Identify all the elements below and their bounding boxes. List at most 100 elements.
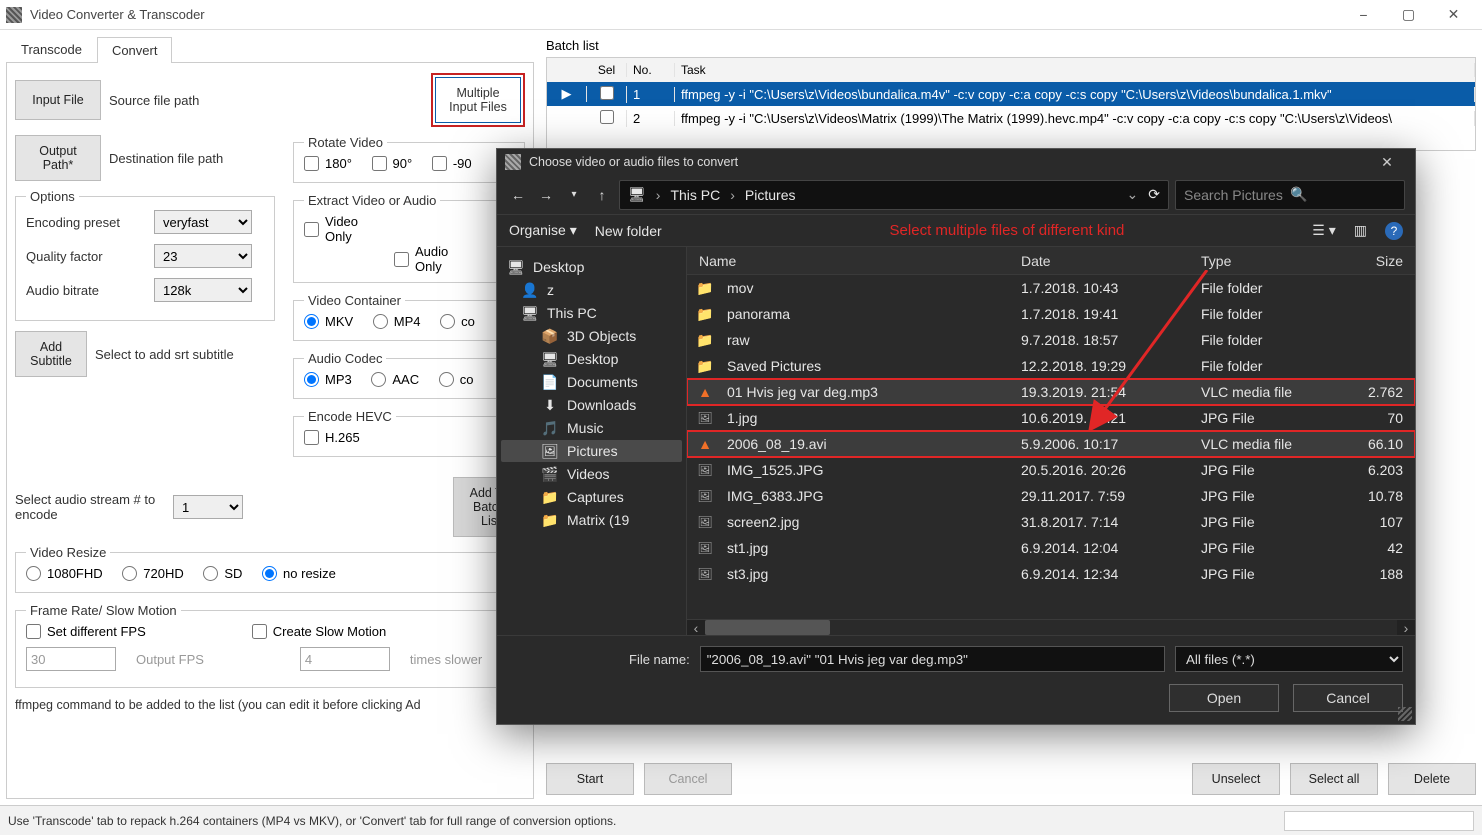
start-button[interactable]: Start bbox=[546, 763, 634, 795]
batch-head-no[interactable]: No. bbox=[627, 63, 675, 77]
tree-item[interactable]: 👤z bbox=[501, 279, 682, 301]
cancel-dialog-button[interactable]: Cancel bbox=[1293, 684, 1403, 712]
nav-up-icon[interactable]: ↑ bbox=[591, 184, 613, 206]
audio-only-check[interactable]: Audio Only bbox=[394, 244, 448, 274]
add-subtitle-button[interactable]: Add Subtitle bbox=[15, 331, 87, 377]
container-mp4-radio[interactable]: MP4 bbox=[373, 314, 421, 329]
view-mode-icon[interactable]: ☰ ▾ bbox=[1312, 222, 1335, 239]
file-name-input[interactable] bbox=[700, 646, 1165, 672]
refresh-icon[interactable]: ⟳ bbox=[1148, 186, 1160, 203]
scroll-right-icon[interactable]: › bbox=[1397, 620, 1415, 635]
resize-none-radio[interactable]: no resize bbox=[262, 566, 336, 581]
crumb-thispc[interactable]: This PC bbox=[670, 187, 720, 203]
search-input[interactable]: Search Pictures 🔍 bbox=[1175, 180, 1405, 210]
batch-row-checkbox[interactable] bbox=[600, 110, 614, 124]
resize-grip-icon[interactable] bbox=[1398, 707, 1412, 721]
rotate-180-check[interactable]: 180° bbox=[304, 156, 352, 171]
rotate-90n-check[interactable]: -90 bbox=[432, 156, 472, 171]
batch-row[interactable]: ▶ 1 ffmpeg -y -i "C:\Users\z\Videos\bund… bbox=[547, 82, 1475, 106]
nav-forward-icon[interactable]: → bbox=[535, 184, 557, 206]
tree-item[interactable]: 📦3D Objects bbox=[501, 325, 682, 347]
tree-item[interactable]: 📄Documents bbox=[501, 371, 682, 393]
dialog-close-icon[interactable]: ✕ bbox=[1367, 154, 1407, 171]
horizontal-scrollbar[interactable]: ‹ › bbox=[687, 619, 1415, 635]
tree-item[interactable]: 🖥Desktop bbox=[501, 348, 682, 370]
audio-bitrate-select[interactable]: 128k bbox=[154, 278, 252, 302]
create-slowmo-check[interactable]: Create Slow Motion bbox=[252, 624, 386, 639]
crumb-pictures[interactable]: Pictures bbox=[745, 187, 796, 203]
rotate-90p-check[interactable]: 90° bbox=[372, 156, 413, 171]
batch-row-checkbox[interactable] bbox=[600, 86, 614, 100]
file-filter-select[interactable]: All files (*.*) bbox=[1175, 646, 1403, 672]
filelist-head-type[interactable]: Type bbox=[1197, 253, 1337, 269]
minimize-button[interactable]: − bbox=[1341, 0, 1386, 30]
file-row[interactable]: ▲01 Hvis jeg var deg.mp319.3.2019. 21:54… bbox=[687, 379, 1415, 405]
tree-item[interactable]: 📁Captures bbox=[501, 486, 682, 508]
audio-stream-select[interactable]: 1 bbox=[173, 495, 243, 519]
folder-tree[interactable]: 🖥Desktop👤z🖥This PC📦3D Objects🖥Desktop📄Do… bbox=[497, 247, 687, 635]
delete-button[interactable]: Delete bbox=[1388, 763, 1476, 795]
file-row[interactable]: 🖼IMG_1525.JPG20.5.2016. 20:26JPG File6.2… bbox=[687, 457, 1415, 483]
tree-item[interactable]: 🖥This PC bbox=[501, 302, 682, 324]
output-fps-input[interactable] bbox=[26, 647, 116, 671]
unselect-button[interactable]: Unselect bbox=[1192, 763, 1280, 795]
resize-sd-radio[interactable]: SD bbox=[203, 566, 242, 581]
organise-menu[interactable]: Organise ▾ bbox=[509, 222, 577, 239]
maximize-button[interactable]: ▢ bbox=[1386, 0, 1431, 30]
tree-item[interactable]: 🖼Pictures bbox=[501, 440, 682, 462]
video-only-check[interactable]: Video Only bbox=[304, 214, 358, 244]
file-row[interactable]: 🖼IMG_6383.JPG29.11.2017. 7:59JPG File10.… bbox=[687, 483, 1415, 509]
set-fps-check[interactable]: Set different FPS bbox=[26, 624, 146, 639]
cancel-batch-button[interactable]: Cancel bbox=[644, 763, 732, 795]
file-row[interactable]: 🖼st1.jpg6.9.2014. 12:04JPG File42 bbox=[687, 535, 1415, 561]
file-row[interactable]: 📁raw9.7.2018. 18:57File folder bbox=[687, 327, 1415, 353]
help-icon[interactable]: ? bbox=[1385, 222, 1403, 240]
batch-row[interactable]: 2 ffmpeg -y -i "C:\Users\z\Videos\Matrix… bbox=[547, 106, 1475, 130]
tab-convert[interactable]: Convert bbox=[97, 37, 173, 63]
batch-head-sel[interactable]: Sel bbox=[587, 63, 627, 77]
tree-item[interactable]: 🖥Desktop bbox=[501, 256, 682, 278]
container-co-radio[interactable]: co bbox=[440, 314, 475, 329]
scroll-left-icon[interactable]: ‹ bbox=[687, 620, 705, 635]
file-row[interactable]: 🖼1.jpg10.6.2019. 18:21JPG File70 bbox=[687, 405, 1415, 431]
file-row[interactable]: 📁Saved Pictures12.2.2018. 19:29File fold… bbox=[687, 353, 1415, 379]
batch-head-task[interactable]: Task bbox=[675, 63, 1475, 77]
open-button[interactable]: Open bbox=[1169, 684, 1279, 712]
breadcrumb[interactable]: 🖥 › This PC › Pictures ⌄ ⟳ bbox=[619, 180, 1169, 210]
chevron-down-icon[interactable]: ⌄ bbox=[1127, 186, 1139, 203]
tree-item[interactable]: ⬇Downloads bbox=[501, 394, 682, 416]
output-path-button[interactable]: Output Path* bbox=[15, 135, 101, 181]
codec-mp3-radio[interactable]: MP3 bbox=[304, 372, 352, 387]
tree-item[interactable]: 🎬Videos bbox=[501, 463, 682, 485]
tab-transcode[interactable]: Transcode bbox=[6, 36, 97, 62]
file-list[interactable]: 📁mov1.7.2018. 10:43File folder📁panorama1… bbox=[687, 275, 1415, 619]
codec-co-radio[interactable]: co bbox=[439, 372, 474, 387]
file-row[interactable]: 🖼st3.jpg6.9.2014. 12:34JPG File188 bbox=[687, 561, 1415, 587]
slowmo-factor-input[interactable] bbox=[300, 647, 390, 671]
file-row[interactable]: 📁panorama1.7.2018. 19:41File folder bbox=[687, 301, 1415, 327]
filelist-head-date[interactable]: Date bbox=[1017, 253, 1197, 269]
new-folder-button[interactable]: New folder bbox=[595, 223, 662, 239]
container-mkv-radio[interactable]: MKV bbox=[304, 314, 353, 329]
nav-history-icon[interactable]: ▾ bbox=[563, 184, 585, 206]
resize-720-radio[interactable]: 720HD bbox=[122, 566, 183, 581]
close-button[interactable]: ✕ bbox=[1431, 0, 1476, 30]
codec-aac-radio[interactable]: AAC bbox=[371, 372, 419, 387]
quality-factor-select[interactable]: 23 bbox=[154, 244, 252, 268]
preview-pane-icon[interactable]: ▥ bbox=[1354, 222, 1367, 239]
h265-check[interactable]: H.265 bbox=[304, 430, 360, 445]
filelist-head-size[interactable]: Size bbox=[1337, 253, 1407, 269]
file-row[interactable]: 🖼screen2.jpg31.8.2017. 7:14JPG File107 bbox=[687, 509, 1415, 535]
tree-item[interactable]: 🎵Music bbox=[501, 417, 682, 439]
input-file-button[interactable]: Input File bbox=[15, 80, 101, 120]
filelist-head-name[interactable]: Name bbox=[695, 253, 1017, 269]
multiple-input-files-button[interactable]: Multiple Input Files bbox=[435, 77, 521, 123]
resize-1080-radio[interactable]: 1080FHD bbox=[26, 566, 103, 581]
encoding-preset-select[interactable]: veryfast bbox=[154, 210, 252, 234]
tree-item[interactable]: 📁Matrix (19 bbox=[501, 509, 682, 531]
nav-back-icon[interactable]: ← bbox=[507, 184, 529, 206]
scroll-thumb[interactable] bbox=[705, 620, 830, 635]
select-all-button[interactable]: Select all bbox=[1290, 763, 1378, 795]
file-row[interactable]: 📁mov1.7.2018. 10:43File folder bbox=[687, 275, 1415, 301]
file-row[interactable]: ▲2006_08_19.avi5.9.2006. 10:17VLC media … bbox=[687, 431, 1415, 457]
